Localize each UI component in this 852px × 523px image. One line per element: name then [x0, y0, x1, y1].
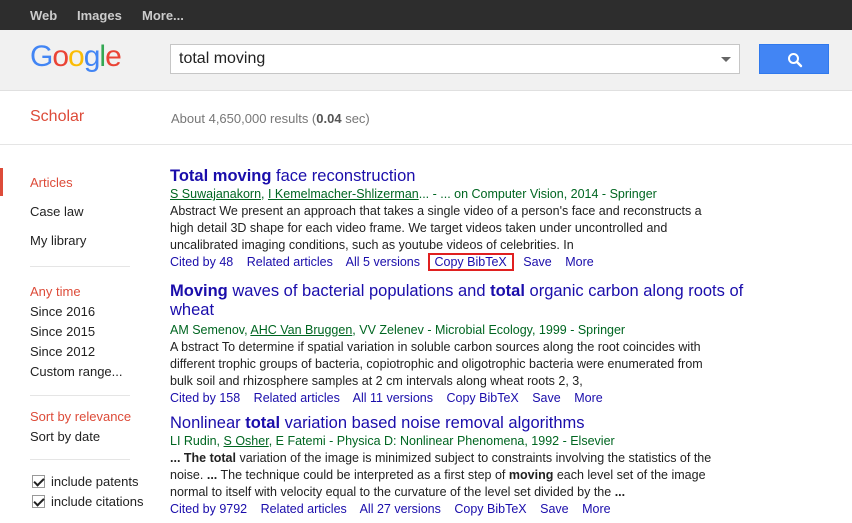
include-patents-checkbox[interactable]	[32, 475, 45, 488]
logo-letter: o	[68, 40, 85, 73]
author-link[interactable]: S Suwajanakorn	[170, 187, 261, 201]
topbar-link-more[interactable]: More...	[142, 8, 184, 23]
all-versions-link[interactable]: All 27 versions	[360, 502, 441, 516]
copy-bibtex-link[interactable]: Copy BibTeX	[427, 253, 514, 271]
snippet-part: total	[209, 451, 236, 465]
related-articles-link[interactable]: Related articles	[261, 502, 347, 516]
all-versions-link[interactable]: All 5 versions	[346, 255, 420, 269]
result-snippet: ... The total variation of the image is …	[170, 450, 730, 501]
result-title[interactable]: Total moving face reconstruction	[170, 167, 770, 186]
save-link[interactable]: Save	[540, 502, 569, 516]
chevron-down-icon[interactable]	[721, 57, 731, 62]
sidebar-item-sort-date[interactable]: Sort by date	[30, 429, 100, 444]
result-meta: S Suwajanakorn, I Kemelmacher-Shlizerman…	[170, 187, 657, 201]
save-link[interactable]: Save	[532, 391, 561, 405]
result-title-bold: Total moving	[170, 167, 272, 185]
sidebar-item-since-2015[interactable]: Since 2015	[30, 324, 95, 339]
copy-bibtex-link[interactable]: Copy BibTeX	[454, 502, 526, 516]
sidebar-item-since-2016[interactable]: Since 2016	[30, 304, 95, 319]
scholar-title[interactable]: Scholar	[30, 108, 84, 126]
sidebar-divider	[30, 459, 130, 460]
copy-bibtex-link[interactable]: Copy BibTeX	[446, 391, 518, 405]
cited-by-link[interactable]: Cited by 48	[170, 255, 233, 269]
divider	[0, 144, 852, 145]
author-link[interactable]: S Osher	[224, 434, 269, 448]
result-title[interactable]: Nonlinear total variation based noise re…	[170, 414, 770, 433]
top-bar: Web Images More...	[0, 0, 852, 30]
search-result: Nonlinear total variation based noise re…	[170, 414, 770, 518]
result-source: ... - ... on Computer Vision, 2014 - Spr…	[418, 187, 657, 201]
result-links: Cited by 48 Related articles All 5 versi…	[170, 253, 770, 271]
related-articles-link[interactable]: Related articles	[247, 255, 333, 269]
title-part: variation based noise removal algorithms	[280, 414, 585, 432]
result-count-suffix: sec)	[341, 111, 370, 126]
sidebar-item-sort-relevance[interactable]: Sort by relevance	[30, 409, 131, 424]
sidebar-item-since-2012[interactable]: Since 2012	[30, 344, 95, 359]
sidebar-divider	[30, 395, 130, 396]
more-link[interactable]: More	[565, 255, 593, 269]
sidebar-item-any-time[interactable]: Any time	[30, 284, 81, 299]
author-text: AM Semenov,	[170, 323, 251, 337]
logo-letter: G	[30, 40, 53, 73]
more-link[interactable]: More	[582, 502, 610, 516]
logo-letter: o	[52, 40, 69, 73]
result-count: About 4,650,000 results (0.04 sec)	[171, 111, 370, 126]
snippet-part: The technique could be interpreted as a …	[217, 468, 509, 482]
search-icon	[788, 53, 803, 68]
related-articles-link[interactable]: Related articles	[254, 391, 340, 405]
cited-by-link[interactable]: Cited by 158	[170, 391, 240, 405]
search-result: Total moving face reconstruction S Suwaj…	[170, 167, 770, 271]
snippet-part: moving	[508, 468, 554, 482]
include-patents-label: include patents	[51, 474, 139, 489]
result-source: , VV Zelenev - Microbial Ecology, 1999 -…	[352, 323, 626, 337]
title-part: total	[490, 282, 525, 300]
topbar-link-web[interactable]: Web	[30, 8, 57, 23]
result-title[interactable]: Moving waves of bacterial populations an…	[170, 282, 770, 320]
sidebar-item-articles[interactable]: Articles	[30, 175, 73, 190]
search-input[interactable]	[171, 45, 727, 73]
search-result: Moving waves of bacterial populations an…	[170, 282, 770, 407]
topbar-link-images[interactable]: Images	[77, 8, 122, 23]
result-snippet: Abstract We present an approach that tak…	[170, 204, 702, 252]
result-snippet: A bstract To determine if spatial variat…	[170, 340, 703, 388]
more-link[interactable]: More	[574, 391, 602, 405]
title-part: waves of bacterial populations and	[227, 282, 491, 300]
author-link[interactable]: I Kemelmacher-Shlizerman	[268, 187, 419, 201]
cited-by-link[interactable]: Cited by 9792	[170, 502, 247, 516]
result-source: , E Fatemi - Physica D: Nonlinear Phenom…	[268, 434, 615, 448]
header: Google	[0, 30, 852, 91]
author-link[interactable]: AHC Van Bruggen	[250, 323, 352, 337]
author-text: LI Rudin,	[170, 434, 224, 448]
snippet-part: ... The	[170, 451, 210, 465]
include-citations-checkbox[interactable]	[32, 495, 45, 508]
snippet-part: ...	[206, 468, 218, 482]
search-box	[170, 44, 740, 74]
result-links: Cited by 9792 Related articles All 27 ve…	[170, 501, 770, 518]
title-part: total	[245, 414, 281, 432]
result-meta: AM Semenov, AHC Van Bruggen, VV Zelenev …	[170, 322, 770, 339]
all-versions-link[interactable]: All 11 versions	[353, 391, 433, 405]
title-part: Moving	[170, 282, 228, 300]
title-part: Nonlinear	[170, 414, 246, 432]
sidebar-divider	[30, 266, 130, 267]
snippet-part: ...	[614, 485, 626, 499]
sidebar-item-case-law[interactable]: Case law	[30, 204, 83, 219]
result-count-prefix: About 4,650,000 results (	[171, 111, 317, 126]
search-button[interactable]	[759, 44, 829, 74]
sidebar-item-my-library[interactable]: My library	[30, 233, 86, 248]
result-title-rest: face reconstruction	[271, 167, 416, 185]
google-logo[interactable]: Google	[30, 40, 122, 74]
active-marker	[0, 168, 3, 196]
logo-letter: e	[105, 40, 122, 73]
sidebar-item-custom-range[interactable]: Custom range...	[30, 364, 123, 379]
result-count-time: 0.04	[316, 111, 342, 126]
save-link[interactable]: Save	[523, 255, 552, 269]
include-citations-label: include citations	[51, 494, 144, 509]
result-links: Cited by 158 Related articles All 11 ver…	[170, 390, 770, 407]
result-meta: LI Rudin, S Osher, E Fatemi - Physica D:…	[170, 433, 770, 450]
logo-letter: g	[83, 40, 101, 73]
